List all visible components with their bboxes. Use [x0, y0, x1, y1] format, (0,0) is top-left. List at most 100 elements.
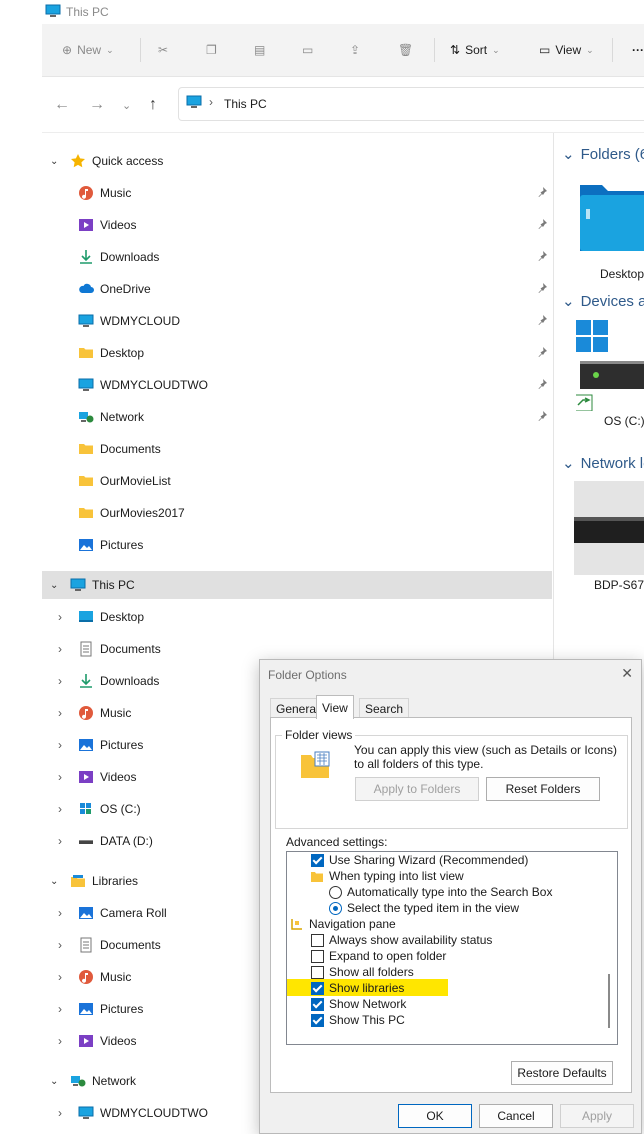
more-options-button[interactable]: ···	[632, 24, 644, 76]
sidebar-item-net-wdmycloudtwo[interactable]: › WDMYCLOUDTWO	[58, 1101, 208, 1125]
chevron-down-icon: ⌄	[50, 155, 59, 167]
sidebar-item-pc-videos[interactable]: › Videos	[58, 765, 136, 789]
option-show-this-pc[interactable]: Show This PC	[311, 1012, 405, 1028]
apply-button[interactable]: Apply	[560, 1104, 634, 1128]
sidebar-item-pc-music[interactable]: › Music	[58, 701, 131, 725]
close-icon[interactable]: ✕	[621, 665, 633, 682]
quick-access-node[interactable]: ⌄ Quick access	[50, 149, 163, 173]
chevron-right-icon: ›	[58, 610, 62, 624]
option-show-all-folders[interactable]: Show all folders	[311, 964, 414, 980]
option-show-network[interactable]: Show Network	[311, 996, 406, 1012]
option-auto-type-search[interactable]: Automatically type into the Search Box	[329, 884, 552, 900]
sidebar-item-data-d[interactable]: › DATA (D:)	[58, 829, 153, 853]
chevron-down-icon: ⌄	[586, 44, 594, 55]
chevron-right-icon: ›	[58, 834, 62, 848]
scrollbar-thumb[interactable]	[608, 974, 610, 1028]
option-show-libraries[interactable]: Show libraries	[311, 980, 404, 996]
restore-defaults-button[interactable]: Restore Defaults	[511, 1061, 613, 1085]
pictures-icon	[79, 739, 93, 751]
sidebar-item-pictures[interactable]: Pictures	[78, 533, 143, 557]
copy-button[interactable]: ❐	[206, 24, 217, 76]
sidebar-item-wdmycloud[interactable]: WDMYCLOUD	[78, 309, 553, 333]
forward-arrow-icon[interactable]: →	[89, 96, 105, 114]
up-arrow-icon[interactable]: ↑	[149, 96, 157, 114]
apply-to-folders-button[interactable]: Apply to Folders	[355, 777, 479, 801]
pin-icon[interactable]	[537, 346, 549, 358]
sidebar-item-os-c[interactable]: › OS (C:)	[58, 797, 141, 821]
sidebar-item-desktop[interactable]: Desktop	[78, 341, 553, 365]
pin-icon[interactable]	[537, 378, 549, 390]
pin-icon[interactable]	[537, 186, 549, 198]
chevron-down-icon: ⌄	[106, 44, 114, 55]
sidebar-item-music[interactable]: Music	[78, 181, 553, 205]
pin-icon[interactable]	[537, 250, 549, 262]
drive-icon	[79, 840, 93, 844]
checkbox-unchecked-icon	[311, 949, 324, 963]
chevron-down-icon: ⌄	[50, 875, 59, 887]
rename-button[interactable]: ▭	[302, 24, 313, 76]
sidebar-item-ourmovielist[interactable]: OurMovieList	[78, 469, 171, 493]
chevron-down-icon: ⌄	[562, 455, 575, 472]
delete-button[interactable]: 🗑	[398, 24, 413, 76]
network-device-tile[interactable]	[574, 481, 644, 575]
folder-views-icon	[300, 751, 330, 779]
chevron-right-icon: ›	[58, 1034, 62, 1048]
option-select-typed-item[interactable]: Select the typed item in the view	[329, 900, 519, 916]
chevron-down-icon: ⌄	[50, 1075, 59, 1087]
tab-search[interactable]: Search	[359, 698, 410, 719]
sidebar-item-pc-desktop[interactable]: › Desktop	[58, 605, 144, 629]
advanced-settings-label: Advanced settings:	[286, 835, 388, 849]
libraries-node[interactable]: ⌄ Libraries	[50, 869, 138, 893]
this-pc-node[interactable]: ⌄ This PC	[42, 571, 552, 599]
content-area: ⌄Folders (6) Desktop ⌄Devices and drives…	[554, 133, 644, 659]
download-arrow-icon	[80, 250, 92, 264]
pin-icon[interactable]	[537, 282, 549, 294]
new-button[interactable]: ⊕ New ⌄	[62, 24, 114, 76]
sidebar-item-documents[interactable]: Documents	[78, 437, 161, 461]
share-button[interactable]: ⇪	[350, 24, 360, 76]
desktop-folder-tile[interactable]	[578, 181, 644, 253]
sort-button[interactable]: ⇅ Sort ⌄	[450, 24, 500, 76]
advanced-settings-scrollbar[interactable]	[603, 854, 615, 1040]
sidebar-item-videos[interactable]: Videos	[78, 213, 553, 237]
sidebar-item-lib-documents[interactable]: › Documents	[58, 933, 161, 957]
recent-locations-chevron-icon[interactable]: ⌄	[122, 99, 131, 112]
option-use-sharing-wizard[interactable]: Use Sharing Wizard (Recommended)	[311, 852, 528, 868]
breadcrumb-location[interactable]: This PC	[224, 97, 267, 111]
option-expand-to-open-folder[interactable]: Expand to open folder	[311, 948, 446, 964]
network-node[interactable]: ⌄ Network	[50, 1069, 136, 1093]
sidebar-item-lib-videos[interactable]: › Videos	[58, 1029, 136, 1053]
sidebar-item-pc-pictures[interactable]: › Pictures	[58, 733, 143, 757]
network-locations-group-header[interactable]: ⌄Network locations	[562, 454, 644, 472]
paste-button[interactable]: ▤	[254, 24, 265, 76]
folders-group-header[interactable]: ⌄Folders (6)	[562, 145, 644, 163]
sidebar-item-lib-music[interactable]: › Music	[58, 965, 131, 989]
devices-group-header[interactable]: ⌄Devices and drives	[562, 292, 644, 310]
pin-icon[interactable]	[537, 410, 549, 422]
cancel-button[interactable]: Cancel	[479, 1104, 553, 1128]
sidebar-item-pc-documents[interactable]: › Documents	[58, 637, 161, 661]
pin-icon[interactable]	[537, 218, 549, 230]
option-always-show-availability[interactable]: Always show availability status	[311, 932, 492, 948]
monitor-icon	[78, 378, 94, 391]
sidebar-item-onedrive[interactable]: OneDrive	[78, 277, 553, 301]
cut-button[interactable]: ✂	[158, 24, 168, 76]
sidebar-item-downloads[interactable]: Downloads	[78, 245, 553, 269]
sidebar-item-lib-pictures[interactable]: › Pictures	[58, 997, 143, 1021]
view-button[interactable]: ▭ View ⌄	[539, 24, 594, 76]
tab-view[interactable]: View	[316, 695, 354, 719]
ok-button[interactable]: OK	[398, 1104, 472, 1128]
sidebar-item-ourmovies2017[interactable]: OurMovies2017	[78, 501, 185, 525]
chevron-right-icon: ›	[58, 938, 62, 952]
back-arrow-icon[interactable]: ←	[54, 96, 70, 114]
os-c-drive-tile[interactable]	[576, 319, 644, 411]
sidebar-item-pc-downloads[interactable]: › Downloads	[58, 669, 159, 693]
sidebar-item-network[interactable]: Network	[78, 405, 553, 429]
sidebar-item-wdmycloudtwo[interactable]: WDMYCLOUDTWO	[78, 373, 553, 397]
checkbox-checked-icon	[311, 997, 324, 1011]
sidebar-item-camera-roll[interactable]: › Camera Roll	[58, 901, 167, 925]
reset-folders-button[interactable]: Reset Folders	[486, 777, 600, 801]
pin-icon[interactable]	[537, 314, 549, 326]
folder-views-description: You can apply this view (such as Details…	[354, 743, 618, 771]
advanced-settings-list: Use Sharing Wizard (Recommended) When ty…	[286, 851, 618, 1045]
